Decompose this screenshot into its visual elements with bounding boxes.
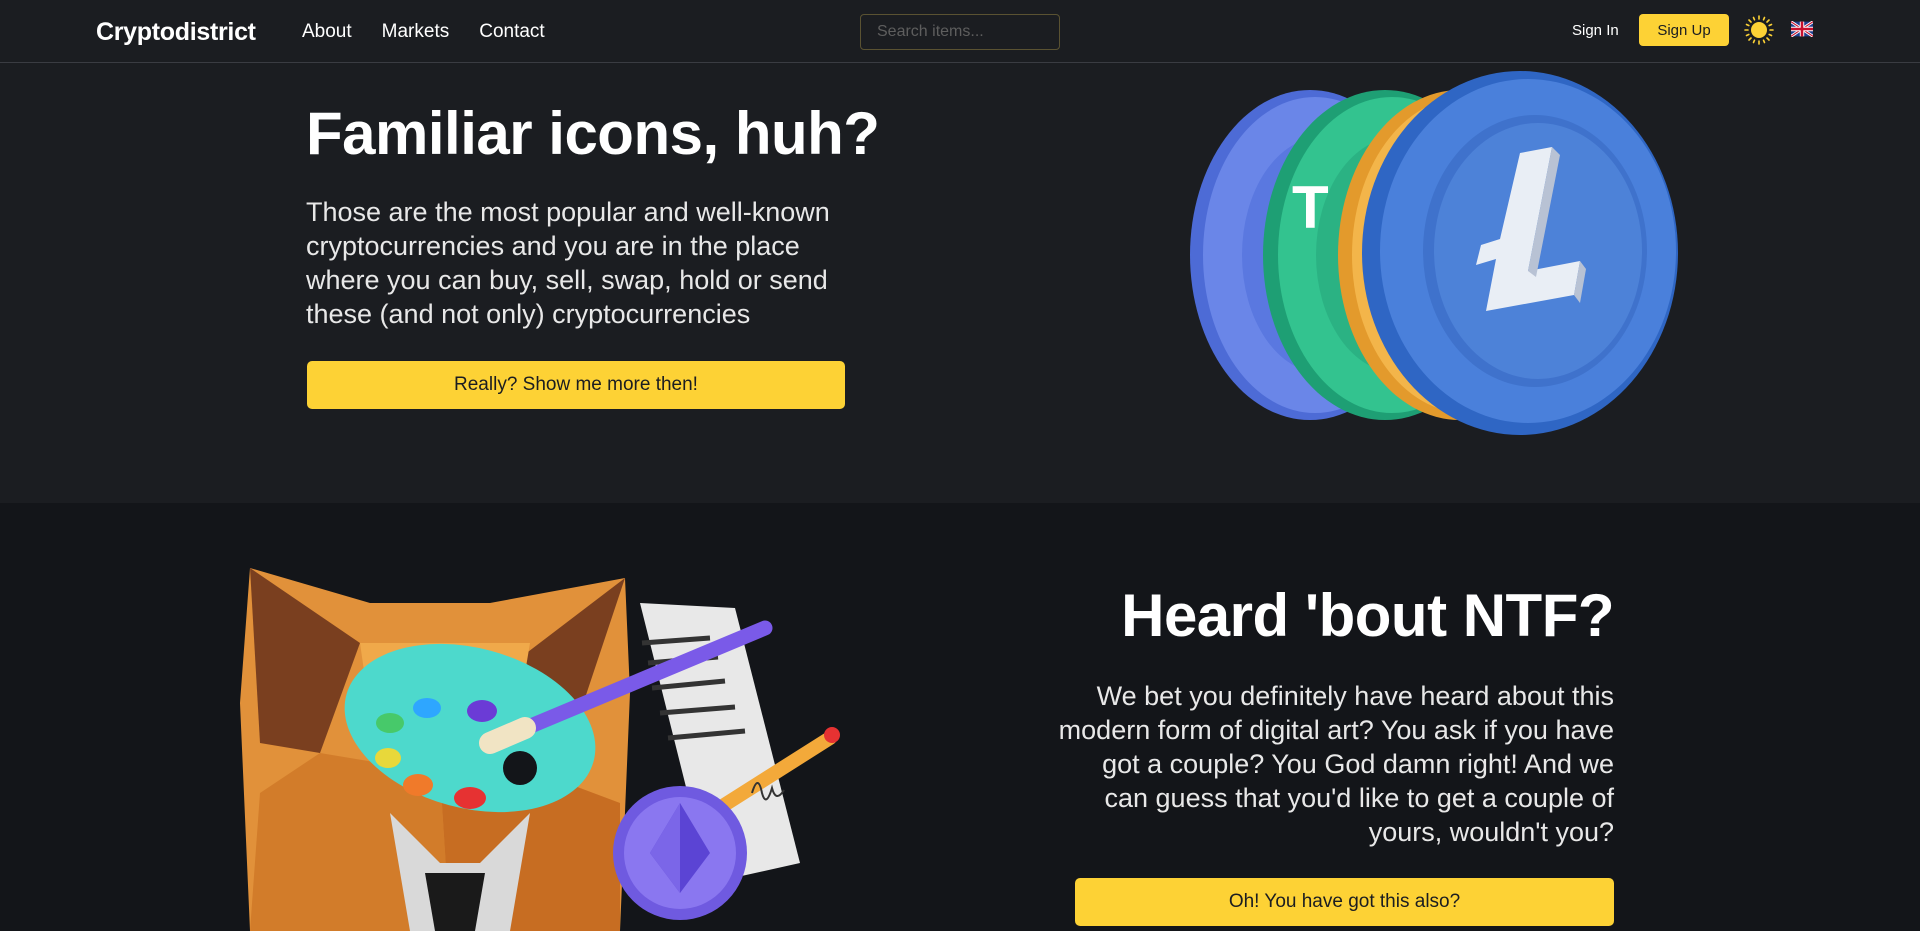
sun-icon[interactable] <box>1744 15 1774 45</box>
nft-section: Heard 'bout NTF? We bet you definitely h… <box>0 503 1920 931</box>
sign-up-button[interactable]: Sign Up <box>1639 14 1729 46</box>
nft-more-button[interactable]: Oh! You have got this also? <box>1075 878 1614 926</box>
brand-logo[interactable]: Cryptodistrict <box>96 18 256 47</box>
section-title: Familiar icons, huh? <box>306 100 880 167</box>
section-title: Heard 'bout NTF? <box>1121 582 1614 649</box>
nav-links: About Markets Contact <box>302 21 545 43</box>
nav-link-about[interactable]: About <box>302 21 352 43</box>
nav-link-markets[interactable]: Markets <box>382 21 450 43</box>
sign-in-link[interactable]: Sign In <box>1572 22 1619 39</box>
navbar: Cryptodistrict About Markets Contact Sig… <box>0 0 1920 63</box>
svg-text:T: T <box>1292 174 1329 241</box>
nav-link-contact[interactable]: Contact <box>479 21 544 43</box>
show-more-button[interactable]: Really? Show me more then! <box>307 361 845 409</box>
nft-fox-palette-illustration <box>240 563 860 931</box>
crypto-coins-illustration: T <box>1140 63 1700 443</box>
uk-flag-icon[interactable] <box>1790 20 1814 38</box>
section-description: We bet you definitely have heard about t… <box>1058 681 1614 847</box>
section-description: Those are the most popular and well-know… <box>306 197 830 329</box>
popular-crypto-section: Familiar icons, huh? Those are the most … <box>0 63 1920 503</box>
search-input[interactable] <box>860 14 1060 50</box>
